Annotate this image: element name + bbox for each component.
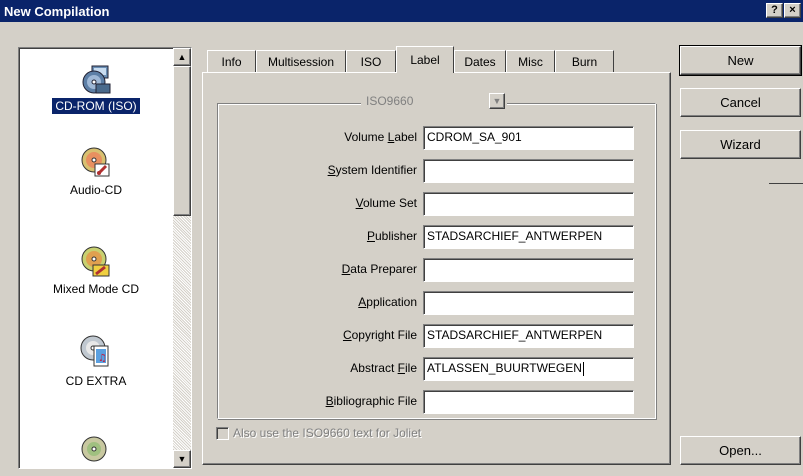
tab-label[interactable]: Label <box>396 46 454 73</box>
text-caret <box>582 361 584 376</box>
system-identifier-label: System Identifier <box>327 163 417 177</box>
type-item-cd-extra[interactable]: ♫ CD EXTRA <box>19 333 173 389</box>
data-preparer-field[interactable] <box>423 258 634 282</box>
abstract-file-label: Abstract File <box>350 361 417 375</box>
close-button[interactable]: × <box>784 3 801 18</box>
chevron-down-icon: ▼ <box>489 93 505 109</box>
data-preparer-label: Data Preparer <box>341 262 417 276</box>
type-item-partial[interactable] <box>19 431 173 467</box>
type-label: Audio-CD <box>69 183 123 197</box>
joliet-checkbox[interactable] <box>216 427 229 440</box>
tab-info[interactable]: Info <box>207 50 256 72</box>
wizard-button[interactable]: Wizard <box>680 130 801 159</box>
type-item-audio-cd[interactable]: Audio-CD <box>19 144 173 198</box>
compilation-type-list[interactable]: CD-ROM (ISO) Audio-CD Mixed Mode CD ♫ CD… <box>18 47 192 469</box>
scroll-up-button[interactable]: ▲ <box>173 48 191 66</box>
publisher-label: Publisher <box>366 229 417 243</box>
bibliographic-file-label: Bibliographic File <box>325 394 417 408</box>
publisher-field[interactable]: STADSARCHIEF_ANTWERPEN <box>423 225 634 249</box>
cd-extra-icon: ♫ <box>80 335 109 367</box>
type-list-scrollbar[interactable]: ▲ ▼ <box>173 48 191 468</box>
copyright-file-field[interactable]: STADSARCHIEF_ANTWERPEN <box>423 324 634 348</box>
scroll-down-button[interactable]: ▼ <box>173 450 191 468</box>
separator-line <box>769 183 803 184</box>
new-button[interactable]: New <box>679 45 802 76</box>
application-field[interactable] <box>423 291 634 315</box>
copyright-file-label: Copyright File <box>342 328 417 342</box>
application-label: Application <box>358 295 417 309</box>
tab-multisession[interactable]: Multisession <box>256 50 346 72</box>
joliet-checkbox-label: Also use the ISO9660 text for Joliet <box>233 426 422 440</box>
tab-iso[interactable]: ISO <box>346 50 396 72</box>
mixed-mode-cd-icon <box>81 246 110 277</box>
window-title: New Compilation <box>4 3 110 19</box>
tab-misc[interactable]: Misc <box>506 50 555 72</box>
help-button[interactable]: ? <box>766 3 783 18</box>
title-bar: New Compilation ? × <box>0 0 803 22</box>
type-label: Mixed Mode CD <box>52 282 140 296</box>
volume-label-field[interactable]: CDROM_SA_901 <box>423 126 634 150</box>
bibliographic-file-field[interactable] <box>423 390 634 414</box>
volume-set-label: Volume Set <box>355 196 417 210</box>
volume-set-field[interactable] <box>423 192 634 216</box>
abstract-file-field[interactable]: ATLASSEN_BUURTWEGEN <box>423 357 634 381</box>
cancel-button[interactable]: Cancel <box>680 88 801 117</box>
cd-partial-icon <box>81 436 107 462</box>
type-item-cdrom-iso[interactable]: CD-ROM (ISO) <box>19 62 173 114</box>
type-label: CD-ROM (ISO) <box>52 98 140 114</box>
scroll-thumb[interactable] <box>173 66 191 216</box>
open-button[interactable]: Open... <box>680 436 801 465</box>
type-item-mixed-mode-cd[interactable]: Mixed Mode CD <box>19 243 173 297</box>
format-combo: ISO9660 ▼ <box>361 91 507 113</box>
abstract-file-value: ATLASSEN_BUURTWEGEN <box>427 361 582 375</box>
tab-dates[interactable]: Dates <box>454 50 506 72</box>
system-identifier-field[interactable] <box>423 159 634 183</box>
type-label: CD EXTRA <box>65 374 127 388</box>
cdrom-iso-icon <box>82 65 111 94</box>
audio-cd-icon <box>81 147 110 177</box>
volume-label-label: Volume Label <box>344 130 417 144</box>
tab-burn[interactable]: Burn <box>555 50 614 72</box>
svg-text:♫: ♫ <box>98 353 107 364</box>
